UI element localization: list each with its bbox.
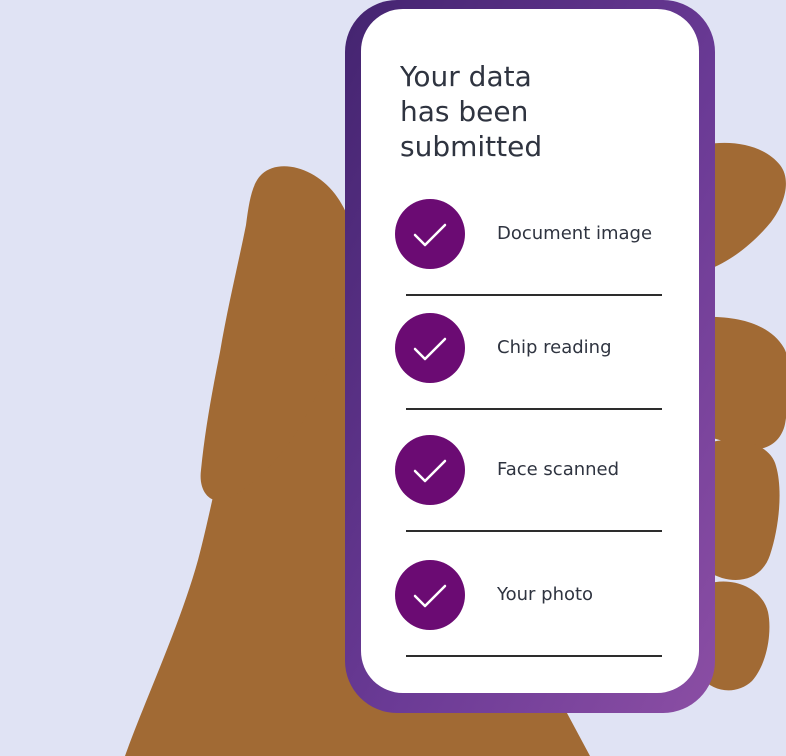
list-item: Document image xyxy=(361,199,699,289)
list-item-label: Your photo xyxy=(497,584,594,605)
check-icon xyxy=(413,584,447,608)
check-circle xyxy=(395,435,465,505)
page-title: Your data has been submitted xyxy=(400,60,543,163)
divider xyxy=(406,655,662,657)
list-item: Chip reading xyxy=(361,313,699,403)
divider xyxy=(406,294,662,296)
check-circle xyxy=(395,560,465,630)
check-icon xyxy=(413,337,447,361)
check-circle xyxy=(395,313,465,383)
list-item-label: Document image xyxy=(497,223,653,244)
phone-screen: Your data has been submitted Document im… xyxy=(361,9,699,693)
divider xyxy=(406,408,662,410)
check-circle xyxy=(395,199,465,269)
scene: Your data has been submitted Document im… xyxy=(0,0,786,756)
list-item: Your photo xyxy=(361,560,699,650)
list-item: Face scanned xyxy=(361,435,699,525)
list-item-label: Face scanned xyxy=(497,459,620,480)
check-icon xyxy=(413,223,447,247)
check-icon xyxy=(413,459,447,483)
list-item-label: Chip reading xyxy=(497,337,612,358)
divider xyxy=(406,530,662,532)
